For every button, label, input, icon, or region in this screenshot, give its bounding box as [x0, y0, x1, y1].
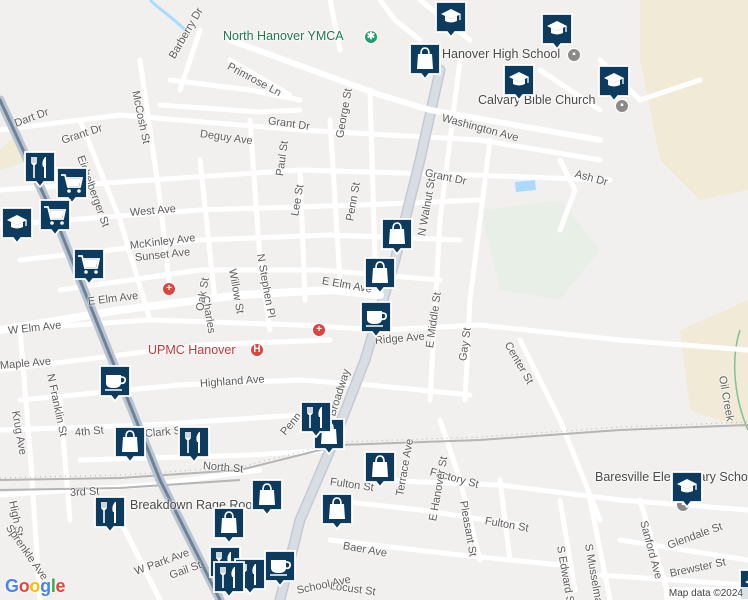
street-label: 4th St [74, 424, 105, 439]
restaurant-icon [178, 426, 210, 463]
school-icon [435, 1, 467, 38]
shopping-icon [364, 451, 396, 488]
grocery-icon [73, 248, 105, 285]
sand-area [680, 300, 748, 430]
cafe-icon [360, 301, 392, 338]
shopping-icon [114, 426, 146, 463]
shopping-marker[interactable] [408, 42, 442, 80]
shopping-marker[interactable] [380, 217, 414, 255]
restaurant-marker[interactable] [299, 400, 333, 438]
school-icon [503, 64, 535, 101]
google-logo-letter: o [29, 576, 41, 596]
school-marker[interactable] [502, 63, 536, 101]
school-icon [598, 65, 630, 102]
school-marker[interactable] [0, 206, 34, 244]
restaurant-marker[interactable] [23, 150, 57, 188]
cafe-marker[interactable] [98, 364, 132, 402]
poi-ymca-icon[interactable]: ✱ [364, 30, 378, 44]
shopping-marker[interactable] [363, 450, 397, 488]
school-icon [541, 13, 573, 50]
water-pond [515, 180, 536, 192]
park-area [480, 200, 600, 300]
school-marker[interactable] [597, 64, 631, 102]
poi-upmc-icon[interactable]: H [250, 343, 264, 357]
shopping-icon [364, 257, 396, 294]
school-icon [1, 207, 33, 244]
restaurant-icon [300, 401, 332, 438]
school-icon [671, 471, 703, 508]
school-marker[interactable] [540, 12, 574, 50]
grocery-marker[interactable] [38, 198, 72, 236]
shopping-marker[interactable] [363, 256, 397, 294]
google-logo-letter: G [5, 576, 19, 596]
restaurant-marker[interactable] [212, 560, 246, 598]
cafe-icon [99, 365, 131, 402]
stream [148, 0, 187, 32]
poi-label-ymca[interactable]: North Hanover YMCA [223, 29, 344, 43]
school-marker[interactable] [670, 470, 704, 508]
shopping-icon [321, 493, 353, 530]
poi-label-church[interactable]: Calvary Bible Church [478, 93, 595, 107]
cafe-marker[interactable] [263, 549, 297, 587]
poi-hs-icon[interactable]: ▪ [567, 48, 581, 62]
sand-area [640, 0, 748, 200]
shopping-icon [409, 43, 441, 80]
shopping-icon [381, 218, 413, 255]
school-marker[interactable] [434, 0, 468, 38]
restaurant-marker[interactable] [177, 425, 211, 463]
restaurant-icon [213, 561, 245, 598]
google-logo-letter: o [18, 576, 30, 596]
hospital-icon[interactable]: + [162, 282, 176, 296]
grocery-marker[interactable] [72, 247, 106, 285]
map-canvas[interactable]: Barberry Dr Primrose Ln Dart Dr Grant Dr Deg… [0, 0, 748, 600]
restaurant-marker[interactable] [93, 495, 127, 533]
shopping-marker[interactable] [320, 492, 354, 530]
restaurant-icon [24, 151, 56, 188]
map-attribution[interactable]: Map data ©2024 [663, 587, 748, 600]
shopping-icon [213, 507, 245, 544]
shopping-marker[interactable] [113, 425, 147, 463]
google-logo-letter: g [40, 576, 51, 596]
google-logo-letter: e [55, 576, 66, 596]
grocery-icon [39, 199, 71, 236]
hospital-icon[interactable]: + [312, 323, 326, 337]
cafe-marker[interactable] [359, 300, 393, 338]
restaurant-icon [94, 496, 126, 533]
google-logo: Google [5, 576, 66, 597]
shopping-marker[interactable] [212, 506, 246, 544]
poi-label-upmc[interactable]: UPMC Hanover [148, 343, 236, 357]
cafe-icon [264, 550, 296, 587]
shopping-marker[interactable] [250, 478, 284, 516]
shopping-icon [251, 479, 283, 516]
